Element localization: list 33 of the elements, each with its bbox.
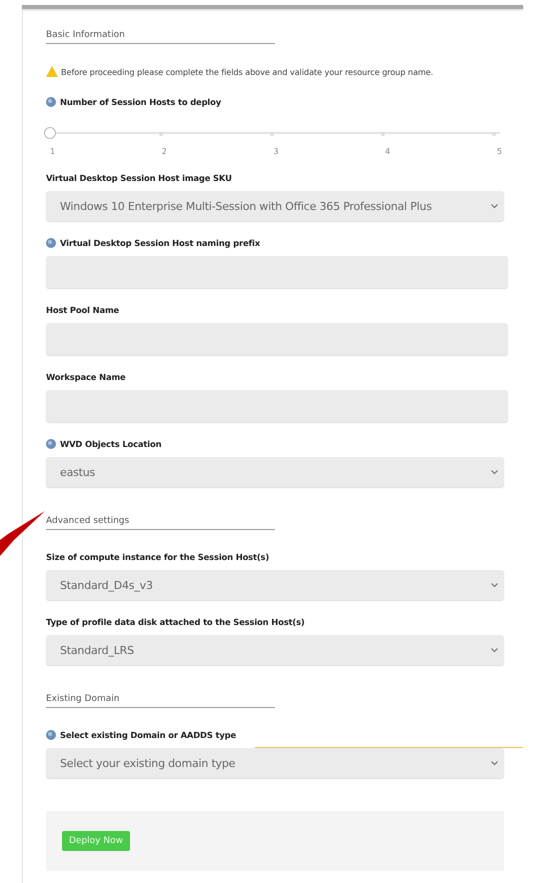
chevron-icon [491, 582, 498, 588]
field-label: Virtual Desktop Session Host naming prefix [60, 238, 260, 248]
warning-icon [46, 66, 58, 77]
chevron-icon [491, 648, 498, 652]
field-label: WVD Objects Location [60, 439, 162, 449]
tick-label: 5 [496, 147, 502, 156]
tick-label: 2 [162, 147, 167, 156]
chevron-icon [491, 470, 498, 474]
dropdown[interactable]: Select your existing domain type [46, 748, 504, 778]
dropdown[interactable]: eastus [46, 457, 504, 487]
field-label: Select existing Domain or AADDS type [60, 730, 236, 740]
input-field[interactable] [46, 390, 508, 422]
section-heading: Advanced settings [46, 516, 130, 526]
chevron-icon [491, 760, 498, 766]
input-field[interactable] [46, 323, 508, 355]
input-field[interactable] [46, 256, 508, 288]
field-label: Virtual Desktop Session Host image SKU [46, 173, 232, 183]
dropdown[interactable]: Standard_D4s_v3 [46, 570, 504, 600]
field-label: Number of Session Hosts to deploy [60, 97, 222, 107]
field-label: Size of compute instance for the Session Host(s) [46, 552, 270, 562]
tick-label: 3 [273, 147, 279, 156]
warning-message: Before proceeding please complete the fields above and validate your resource group name. [61, 66, 434, 76]
dropdown[interactable]: Standard_LRS [46, 635, 504, 665]
field-label: Host Pool Name [46, 305, 120, 315]
section-heading: Existing Domain [46, 694, 120, 704]
section-heading: Basic Information [46, 30, 125, 40]
tick-label: 4 [385, 147, 390, 156]
dropdown[interactable]: Windows 10 Enterprise Multi-Session with Office 365 Professional Plus [46, 191, 504, 221]
chevron-icon [491, 204, 498, 208]
slider-thumb[interactable] [44, 127, 56, 139]
tick-label: 1 [50, 147, 56, 156]
field-label: Type of profile data disk attached to the Session Host(s) [46, 617, 305, 627]
field-label: Workspace Name [46, 372, 126, 382]
